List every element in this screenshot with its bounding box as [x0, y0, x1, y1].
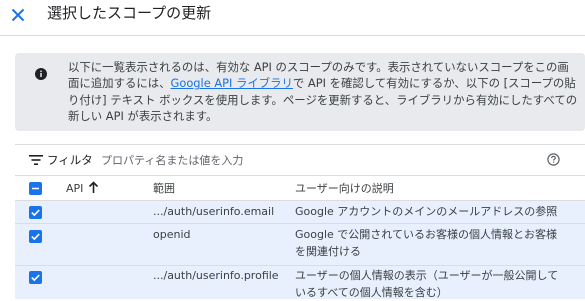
- select-all-checkbox[interactable]: [29, 182, 42, 195]
- row-description: Google アカウントのメインのメールアドレスの参照: [295, 205, 558, 218]
- info-text: 以下に一覧表示されるのは、有効な API のスコープのみです。表示されていないス…: [68, 59, 580, 124]
- header-divider: [0, 35, 585, 36]
- row-description: Google で公開されているお客様の個人情報とお客様を関連付ける: [295, 228, 557, 258]
- row-checkbox[interactable]: [29, 230, 42, 243]
- dialog-header: 選択したスコープの更新: [0, 0, 585, 30]
- row-checkbox[interactable]: [29, 271, 42, 284]
- arrow-up-icon[interactable]: [88, 181, 99, 194]
- row-checkbox[interactable]: [29, 206, 42, 219]
- checkbox-checked-icon: [31, 274, 40, 282]
- checkbox-indeterminate-icon: [32, 187, 39, 190]
- column-header-scope[interactable]: 範囲: [153, 181, 175, 198]
- column-header-description[interactable]: ユーザー向けの説明: [295, 181, 394, 198]
- info-banner: 以下に一覧表示されるのは、有効な API のスコープのみです。表示されていないス…: [15, 53, 585, 131]
- column-header-api[interactable]: API: [66, 181, 83, 198]
- filter-icon[interactable]: [29, 155, 43, 165]
- filter-toolbar: フィルタ: [15, 144, 585, 174]
- dialog-title: 選択したスコープの更新: [47, 4, 212, 22]
- filter-label: フィルタ: [47, 153, 93, 167]
- api-library-link[interactable]: Google API ライブラリ: [171, 76, 293, 90]
- close-icon[interactable]: [9, 6, 27, 24]
- checkbox-checked-icon: [31, 233, 40, 241]
- row-scope: .../auth/userinfo.profile: [153, 269, 279, 282]
- row-scope: openid: [153, 228, 191, 241]
- row-scope: .../auth/userinfo.email: [153, 205, 275, 218]
- help-icon[interactable]: [547, 153, 560, 166]
- filter-input[interactable]: [101, 149, 521, 171]
- row-description: ユーザーの個人情報の表示（ユーザーが一般公開しているすべての個人情報を含む）: [295, 269, 559, 299]
- table-row[interactable]: .../auth/userinfo.email Google アカウントのメイン…: [15, 200, 585, 223]
- info-icon: [35, 68, 47, 80]
- checkbox-checked-icon: [31, 209, 40, 217]
- table-row[interactable]: openid Google で公開されているお客様の個人情報とお客様を関連付ける: [15, 223, 585, 265]
- table-row[interactable]: .../auth/userinfo.profile ユーザーの個人情報の表示（ユ…: [15, 265, 585, 299]
- table-header-row: API 範囲 ユーザー向けの説明: [15, 175, 585, 200]
